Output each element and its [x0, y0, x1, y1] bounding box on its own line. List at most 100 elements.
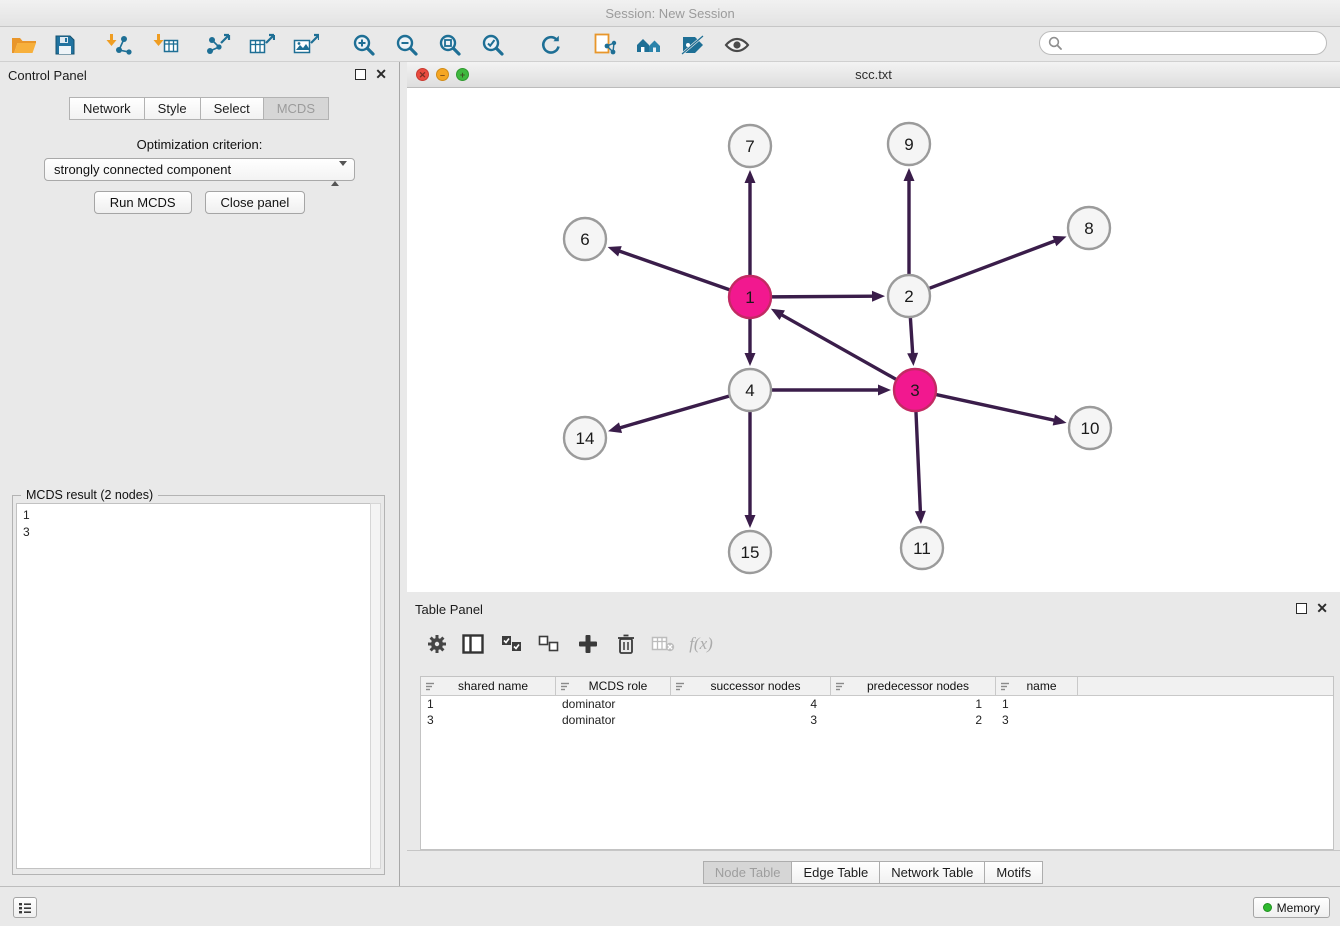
- cell-mcds-role[interactable]: dominator: [556, 713, 671, 727]
- tab-style[interactable]: Style: [144, 97, 201, 120]
- export-network-icon[interactable]: [204, 31, 234, 59]
- close-panel-icon[interactable]: ✕: [375, 66, 387, 82]
- edge-4-14[interactable]: [619, 396, 730, 428]
- float-panel-icon[interactable]: [355, 69, 366, 80]
- memory-button[interactable]: Memory: [1253, 897, 1330, 918]
- edge-1-2[interactable]: [771, 296, 874, 297]
- search-box[interactable]: [1039, 31, 1327, 55]
- edge-2-3[interactable]: [910, 317, 912, 355]
- edge-3-11[interactable]: [916, 411, 921, 513]
- show-columns-icon[interactable]: [457, 628, 489, 660]
- cell-name[interactable]: 1: [996, 697, 1078, 711]
- refresh-layout-icon[interactable]: [536, 31, 566, 59]
- sort-icon[interactable]: [425, 682, 435, 691]
- graph-node-14[interactable]: 14: [564, 417, 606, 459]
- table-row[interactable]: 1dominator411: [421, 696, 1333, 712]
- add-column-icon[interactable]: [572, 628, 604, 660]
- zoom-in-icon[interactable]: [349, 31, 379, 59]
- svg-text:9: 9: [904, 135, 913, 154]
- zoom-out-icon[interactable]: [392, 31, 422, 59]
- result-scrollbar[interactable]: [370, 503, 381, 869]
- select-all-icon[interactable]: [496, 628, 528, 660]
- graph-node-10[interactable]: 10: [1069, 407, 1111, 449]
- run-mcds-button[interactable]: Run MCDS: [94, 191, 192, 214]
- unselect-all-icon[interactable]: [533, 628, 565, 660]
- tab-mcds[interactable]: MCDS: [263, 97, 329, 120]
- tab-network-table[interactable]: Network Table: [879, 861, 985, 884]
- save-session-icon[interactable]: [50, 31, 80, 59]
- graph-node-6[interactable]: 6: [564, 218, 606, 260]
- import-table-icon[interactable]: [151, 31, 181, 59]
- tab-network[interactable]: Network: [69, 97, 145, 120]
- graph-node-1[interactable]: 1: [729, 276, 771, 318]
- table-close-panel-icon[interactable]: ✕: [1316, 600, 1328, 616]
- table-panel: Table Panel ✕: [407, 596, 1340, 886]
- network-from-clipboard-icon[interactable]: [590, 31, 620, 59]
- home-neighbors-icon[interactable]: [634, 31, 664, 59]
- edge-1-6[interactable]: [618, 251, 730, 290]
- edge-3-1[interactable]: [780, 314, 896, 380]
- control-panel: Control Panel ✕ NetworkStyleSelectMCDS O…: [0, 62, 400, 886]
- column-header-predecessor-nodes[interactable]: predecessor nodes: [831, 677, 996, 695]
- graph-node-15[interactable]: 15: [729, 531, 771, 573]
- edge-arrowhead: [608, 422, 622, 433]
- graph-node-7[interactable]: 7: [729, 125, 771, 167]
- table-panel-title: Table Panel: [415, 602, 483, 617]
- cell-predecessor-nodes[interactable]: 2: [831, 713, 996, 727]
- sort-icon[interactable]: [1000, 682, 1010, 691]
- tab-node-table[interactable]: Node Table: [703, 861, 793, 884]
- function-builder-icon[interactable]: f(x): [685, 628, 717, 660]
- cell-shared-name[interactable]: 1: [421, 697, 556, 711]
- export-table-icon[interactable]: [247, 31, 277, 59]
- graph-node-3[interactable]: 3: [894, 369, 936, 411]
- tab-edge-table[interactable]: Edge Table: [791, 861, 880, 884]
- cell-name[interactable]: 3: [996, 713, 1078, 727]
- sort-icon[interactable]: [560, 682, 570, 691]
- cell-successor-nodes[interactable]: 3: [671, 713, 831, 727]
- cell-predecessor-nodes[interactable]: 1: [831, 697, 996, 711]
- annotation-icon[interactable]: [678, 31, 708, 59]
- houses-glyph: [635, 33, 663, 57]
- table-settings-gear-icon[interactable]: [421, 628, 453, 660]
- edge-3-10[interactable]: [936, 394, 1056, 420]
- edge-2-8[interactable]: [929, 240, 1057, 288]
- export-image-icon[interactable]: [291, 31, 321, 59]
- cell-shared-name[interactable]: 3: [421, 713, 556, 727]
- minimize-window-icon[interactable]: –: [436, 68, 449, 81]
- tab-select[interactable]: Select: [200, 97, 264, 120]
- column-header-shared-name[interactable]: shared name: [421, 677, 556, 695]
- table-row[interactable]: 3dominator323: [421, 712, 1333, 728]
- import-network-icon[interactable]: [104, 31, 134, 59]
- table-float-panel-icon[interactable]: [1296, 603, 1307, 614]
- graph-node-9[interactable]: 9: [888, 123, 930, 165]
- cell-mcds-role[interactable]: dominator: [556, 697, 671, 711]
- mcds-result-text[interactable]: 13: [16, 503, 371, 869]
- tab-motifs[interactable]: Motifs: [984, 861, 1043, 884]
- cell-successor-nodes[interactable]: 4: [671, 697, 831, 711]
- mcds-result-group: MCDS result (2 nodes) 13: [12, 495, 385, 875]
- close-panel-button[interactable]: Close panel: [205, 191, 306, 214]
- graph-node-2[interactable]: 2: [888, 275, 930, 317]
- search-input[interactable]: [1068, 36, 1318, 50]
- graph-node-11[interactable]: 11: [901, 527, 943, 569]
- sort-icon[interactable]: [835, 682, 845, 691]
- column-header-successor-nodes[interactable]: successor nodes: [671, 677, 831, 695]
- open-session-icon[interactable]: [9, 31, 39, 59]
- mcds-result-title: MCDS result (2 nodes): [21, 488, 158, 502]
- sort-icon[interactable]: [675, 682, 685, 691]
- delete-table-icon[interactable]: [647, 628, 679, 660]
- delete-column-trash-icon[interactable]: [610, 628, 642, 660]
- column-header-name[interactable]: name: [996, 677, 1078, 695]
- close-window-icon[interactable]: ✕: [416, 68, 429, 81]
- show-panels-button[interactable]: [13, 897, 37, 918]
- show-details-eye-icon[interactable]: [722, 31, 752, 59]
- zoom-selected-icon[interactable]: [478, 31, 508, 59]
- maximize-window-icon[interactable]: +: [456, 68, 469, 81]
- graph-node-8[interactable]: 8: [1068, 207, 1110, 249]
- graph-node-4[interactable]: 4: [729, 369, 771, 411]
- column-header-mcds-role[interactable]: MCDS role: [556, 677, 671, 695]
- zoom-fit-icon[interactable]: [435, 31, 465, 59]
- node-table[interactable]: shared nameMCDS rolesuccessor nodesprede…: [420, 676, 1334, 850]
- network-graph[interactable]: 7 9 6 8 1 2 4 3 14 10 15 11: [407, 88, 1340, 592]
- optimization-select[interactable]: strongly connected component: [44, 158, 355, 181]
